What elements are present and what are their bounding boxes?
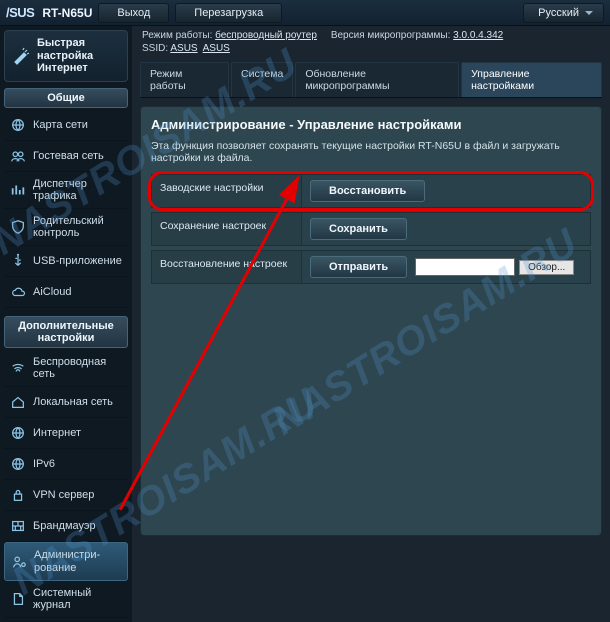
sidebar-item-label: Гостевая сеть <box>33 150 104 162</box>
doc-icon <box>9 590 27 608</box>
sidebar-item-vpn-сервер[interactable]: VPN сервер <box>4 480 128 511</box>
factory-label: Заводские настройки <box>152 175 302 207</box>
sidebar-item-label: Карта сети <box>33 119 88 131</box>
section-general: Общие <box>4 88 128 108</box>
sidebar-item-label: VPN сервер <box>33 489 94 501</box>
globe-icon <box>9 424 27 442</box>
sidebar-item-label: Беспроводная сеть <box>33 356 123 380</box>
sidebar-item-локальная-сеть[interactable]: Локальная сеть <box>4 387 128 418</box>
row-factory-defaults: Заводские настройки Восстановить <box>151 174 591 208</box>
brand-logo: /SUS <box>6 5 34 20</box>
file-path-input[interactable] <box>415 258 515 276</box>
reboot-button[interactable]: Перезагрузка <box>175 3 282 23</box>
sidebar-item-label: USB-приложение <box>33 255 122 267</box>
browse-button[interactable]: Обзор... <box>519 260 574 275</box>
upload-settings-button[interactable]: Отправить <box>310 256 407 278</box>
language-select[interactable]: Русский <box>523 3 604 23</box>
globe-icon <box>9 116 27 134</box>
sidebar-item-label: IPv6 <box>33 458 55 470</box>
sidebar-item-label: Диспетчер трафика <box>33 178 123 202</box>
sidebar-item-родительский-контроль[interactable]: Родительский контроль <box>4 209 128 246</box>
sidebar-item-label: Интернет <box>33 427 81 439</box>
shield-icon <box>9 218 27 236</box>
tab-3[interactable]: Управление настройками <box>461 62 602 97</box>
restore-label: Восстановление настроек <box>152 251 302 283</box>
sidebar-item-ipv6[interactable]: IPv6 <box>4 449 128 480</box>
tab-2[interactable]: Обновление микропрограммы <box>295 62 459 97</box>
sidebar-item-диспетчер-трафика[interactable]: Диспетчер трафика <box>4 172 128 209</box>
lock-icon <box>9 486 27 504</box>
sidebar-item-брандмауэр[interactable]: Брандмауэр <box>4 511 128 542</box>
sidebar-item-label: Системный журнал <box>33 587 123 611</box>
user-gear-icon <box>10 553 28 571</box>
sidebar-item-usb-приложение[interactable]: USB-приложение <box>4 246 128 277</box>
sidebar-item-label: Родительский контроль <box>33 215 123 239</box>
home-icon <box>9 393 27 411</box>
sidebar-item-администри-рование[interactable]: Администри- рование <box>4 542 128 580</box>
sidebar-item-label: Локальная сеть <box>33 396 113 408</box>
panel-title: Администрирование - Управление настройка… <box>151 117 591 132</box>
users-icon <box>9 147 27 165</box>
globe-icon <box>9 455 27 473</box>
tab-1[interactable]: Система <box>231 62 293 97</box>
wand-icon <box>11 46 31 66</box>
save-settings-button[interactable]: Сохранить <box>310 218 407 240</box>
chevron-down-icon <box>585 11 593 15</box>
operation-mode-line: Режим работы: беспроводный роутер Версия… <box>140 26 602 43</box>
tab-0[interactable]: Режим работы <box>140 62 229 97</box>
sidebar-item-карта-сети[interactable]: Карта сети <box>4 110 128 141</box>
ssid-1[interactable]: ASUS <box>170 43 197 54</box>
quick-setup-label: Быстрая настройка Интернет <box>37 37 121 75</box>
panel-description: Эта функция позволяет сохранять текущие … <box>151 140 591 164</box>
save-label: Сохранение настроек <box>152 213 302 245</box>
sidebar-item-label: Брандмауэр <box>33 520 96 532</box>
language-label: Русский <box>538 7 579 19</box>
ssid-line: SSID: ASUS ASUS <box>140 43 602 56</box>
section-advanced: Дополнительные настройки <box>4 316 128 348</box>
sidebar-item-label: Администри- рование <box>34 549 100 573</box>
sidebar-item-системный-журнал[interactable]: Системный журнал <box>4 581 128 618</box>
cloud-icon <box>9 283 27 301</box>
sidebar-item-гостевая-сеть[interactable]: Гостевая сеть <box>4 141 128 172</box>
sidebar-item-интернет[interactable]: Интернет <box>4 418 128 449</box>
quick-internet-setup[interactable]: Быстрая настройка Интернет <box>4 30 128 82</box>
sidebar-item-aicloud[interactable]: AiCloud <box>4 277 128 308</box>
wifi-icon <box>9 359 27 377</box>
row-restore-settings: Восстановление настроек Отправить Обзор.… <box>151 250 591 284</box>
restore-defaults-button[interactable]: Восстановить <box>310 180 425 202</box>
logout-button[interactable]: Выход <box>98 3 169 23</box>
sidebar-item-label: AiCloud <box>33 286 72 298</box>
usb-icon <box>9 252 27 270</box>
firmware-link[interactable]: 3.0.0.4.342 <box>453 30 503 41</box>
admin-panel: Администрирование - Управление настройка… <box>140 106 602 536</box>
ssid-2[interactable]: ASUS <box>203 43 230 54</box>
model-name: RT-N65U <box>42 6 92 20</box>
mode-link[interactable]: беспроводный роутер <box>215 30 317 41</box>
row-save-settings: Сохранение настроек Сохранить <box>151 212 591 246</box>
wall-icon <box>9 517 27 535</box>
chart-icon <box>9 181 27 199</box>
sidebar-item-беспроводная-сеть[interactable]: Беспроводная сеть <box>4 350 128 387</box>
